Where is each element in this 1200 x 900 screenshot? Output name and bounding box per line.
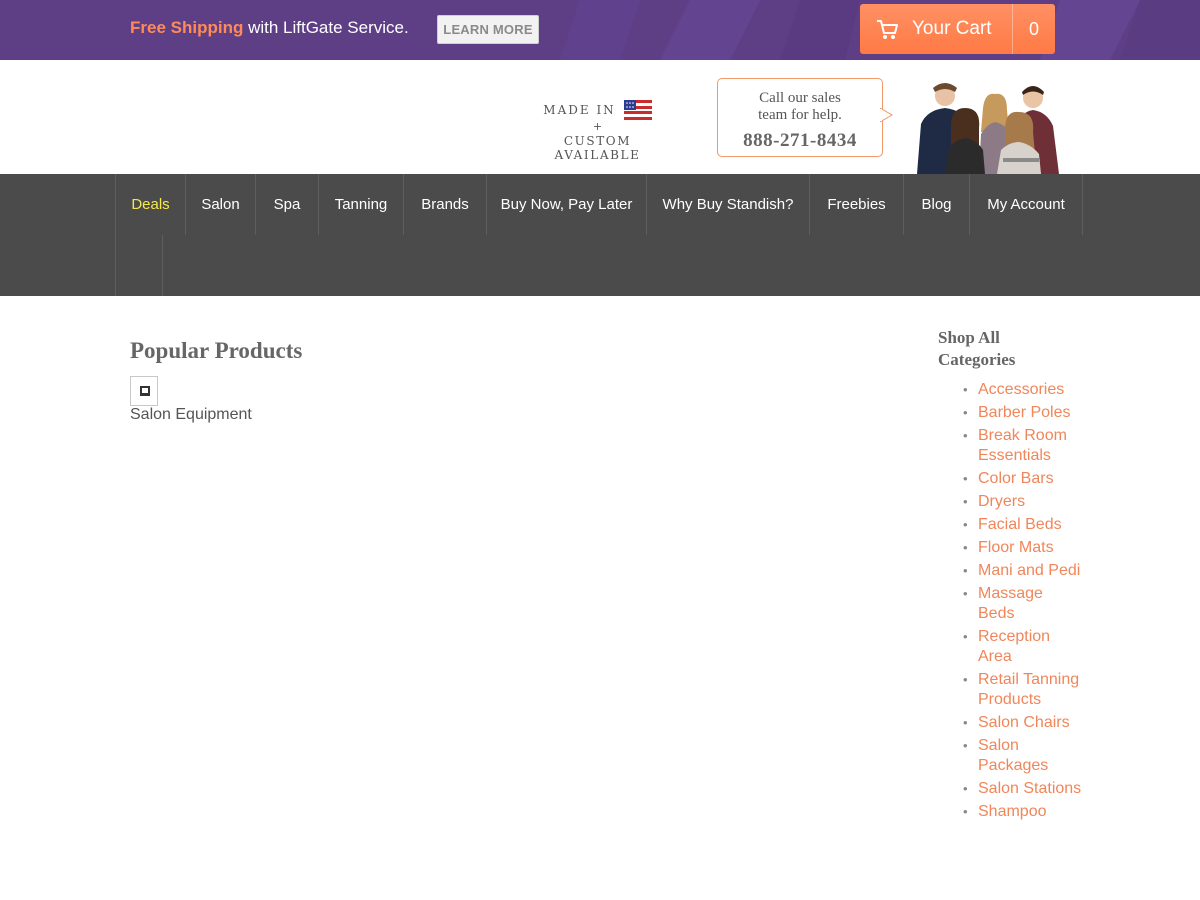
category-link-barber-poles[interactable]: Barber Poles	[978, 404, 1071, 421]
category-item: • Facial Beds	[963, 515, 1083, 535]
nav-item-tanning[interactable]: Tanning	[319, 174, 404, 235]
bullet-icon: •	[963, 586, 968, 601]
category-link-salon-stations[interactable]: Salon Stations	[978, 780, 1081, 797]
product-category-label[interactable]: Salon Equipment	[130, 406, 252, 424]
your-cart-button[interactable]: Your Cart 0	[860, 4, 1055, 54]
bullet-icon: •	[963, 471, 968, 486]
bubble-tail-icon	[880, 108, 893, 122]
category-item: • Break Room Essentials	[963, 426, 1083, 466]
nav-item-salon[interactable]: Salon	[186, 174, 256, 235]
us-flag-icon	[623, 100, 652, 120]
bullet-icon: •	[963, 781, 968, 796]
category-link-massage-beds[interactable]: Massage Beds	[978, 585, 1043, 622]
free-shipping-text: with LiftGate Service.	[243, 18, 409, 37]
category-link-salon-chairs[interactable]: Salon Chairs	[978, 714, 1070, 731]
category-link-shampoo[interactable]: Shampoo	[978, 803, 1047, 820]
broken-image-icon	[140, 386, 150, 396]
bullet-icon: •	[963, 517, 968, 532]
nav-empty-item[interactable]	[115, 235, 163, 296]
nav-item-spa[interactable]: Spa	[256, 174, 319, 235]
category-item: • Mani and Pedi	[963, 561, 1083, 581]
shop-all-categories-heading: Shop All Categories	[938, 328, 1016, 369]
bullet-icon: •	[963, 428, 968, 443]
category-link-retail-tanning-products[interactable]: Retail Tanning Products	[978, 671, 1079, 708]
nav-item-buy-now-pay-later[interactable]: Buy Now, Pay Later	[487, 174, 647, 235]
category-item: • Salon Stations	[963, 779, 1083, 799]
cart-label: Your Cart	[912, 18, 992, 39]
bullet-icon: •	[963, 715, 968, 730]
category-link-color-bars[interactable]: Color Bars	[978, 470, 1054, 487]
category-link-dryers[interactable]: Dryers	[978, 493, 1025, 510]
category-item: • Color Bars	[963, 469, 1083, 489]
category-list: • Accessories • Barber Poles • Break Room E…	[963, 380, 1083, 825]
sales-help-line1: Call our sales	[759, 90, 841, 106]
made-in-text: MADE IN	[543, 103, 616, 117]
popular-products-heading: Popular Products	[130, 338, 303, 363]
category-link-facial-beds[interactable]: Facial Beds	[978, 516, 1062, 533]
bullet-icon: •	[963, 804, 968, 819]
category-link-floor-mats[interactable]: Floor Mats	[978, 539, 1054, 556]
product-image-placeholder[interactable]	[130, 376, 158, 406]
free-shipping-highlight: Free Shipping	[130, 18, 244, 37]
site-header: MADE IN + CUSTOM AVAILABLE Call our sale…	[0, 60, 1200, 174]
cart-icon	[877, 20, 898, 39]
made-in-plus: +	[592, 120, 603, 133]
nav-item-freebies[interactable]: Freebies	[810, 174, 904, 235]
bullet-icon: •	[963, 563, 968, 578]
bullet-icon: •	[963, 405, 968, 420]
promo-bar: Free Shipping with LiftGate Service. LEA…	[0, 0, 1200, 60]
nav-item-why-buy-standish[interactable]: Why Buy Standish?	[647, 174, 810, 235]
nav-item-blog[interactable]: Blog	[904, 174, 970, 235]
sales-help-message: Call our sales team for help.	[718, 90, 882, 124]
category-item: • Salon Chairs	[963, 713, 1083, 733]
bullet-icon: •	[963, 540, 968, 555]
made-in-usa-badge: MADE IN + CUSTOM AVAILABLE	[525, 100, 670, 162]
category-item: • Massage Beds	[963, 584, 1083, 624]
learn-more-button[interactable]: LEARN MORE	[437, 15, 539, 44]
category-item: • Accessories	[963, 380, 1083, 400]
category-item: • Retail Tanning Products	[963, 670, 1083, 710]
category-item: • Salon Packages	[963, 736, 1083, 776]
nav-item-my-account[interactable]: My Account	[970, 174, 1083, 235]
category-link-reception-area[interactable]: Reception Area	[978, 628, 1050, 665]
free-shipping-promo: Free Shipping with LiftGate Service.	[130, 18, 409, 38]
cart-count: 0	[1028, 18, 1039, 39]
sales-help-line2: team for help.	[758, 107, 842, 123]
category-link-break-room-essentials[interactable]: Break Room Essentials	[978, 427, 1067, 464]
category-link-mani-and-pedi[interactable]: Mani and Pedi	[978, 562, 1080, 579]
main-navigation: Deals Salon Spa Tanning Brands Buy Now, …	[0, 174, 1200, 296]
category-link-salon-packages[interactable]: Salon Packages	[978, 737, 1048, 774]
bullet-icon: •	[963, 629, 968, 644]
bullet-icon: •	[963, 494, 968, 509]
category-item: • Floor Mats	[963, 538, 1083, 558]
custom-available-text: CUSTOM AVAILABLE	[554, 134, 641, 162]
bullet-icon: •	[963, 738, 968, 753]
bullet-icon: •	[963, 382, 968, 397]
category-item: • Shampoo	[963, 802, 1083, 822]
category-item: • Reception Area	[963, 627, 1083, 667]
category-item: • Barber Poles	[963, 403, 1083, 423]
nav-row: Deals Salon Spa Tanning Brands Buy Now, …	[115, 174, 1083, 235]
sales-phone-number[interactable]: 888-271-8434	[718, 130, 882, 152]
sales-team-photo	[917, 83, 1059, 174]
category-link-accessories[interactable]: Accessories	[978, 381, 1064, 398]
nav-item-brands[interactable]: Brands	[404, 174, 487, 235]
category-item: • Dryers	[963, 492, 1083, 512]
nav-item-deals[interactable]: Deals	[116, 174, 186, 235]
bullet-icon: •	[963, 672, 968, 687]
sales-help-bubble: Call our sales team for help. 888-271-84…	[717, 78, 883, 157]
